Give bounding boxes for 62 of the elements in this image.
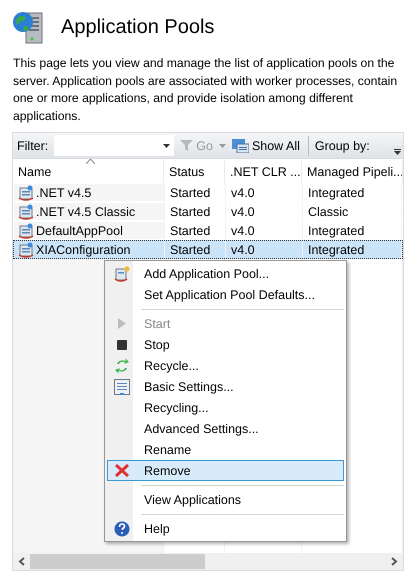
table-cell: Started — [170, 224, 210, 238]
dropdown-arrow-icon — [394, 149, 400, 155]
page-description: This page lets you view and manage the list of application pools on the server. Application pools are associated with worker processes, contain one or more applications, and provide isolation among different applications. — [13, 55, 398, 124]
horizontal-scrollbar[interactable] — [13, 553, 403, 570]
table-cell: v4.0 — [231, 186, 255, 200]
menu-item[interactable]: Advanced Settings... — [107, 418, 344, 439]
column-header[interactable]: Name — [13, 159, 164, 183]
column-header[interactable]: .NET CLR ... — [225, 159, 302, 183]
app-pool-icon — [18, 184, 34, 200]
column-header[interactable]: Managed Pipeli... — [302, 159, 403, 183]
table-cell: DefaultAppPool — [36, 224, 123, 238]
sort-caret-icon — [86, 159, 95, 164]
table-cell: Integrated — [308, 186, 364, 200]
menu-item[interactable]: Set Application Pool Defaults... — [107, 284, 344, 305]
table-cell: Integrated — [308, 224, 364, 238]
table-cell: Started — [170, 204, 210, 218]
app-pool-icon — [114, 266, 130, 282]
scroll-right-icon[interactable] — [390, 557, 398, 566]
scrollbar-thumb[interactable] — [30, 554, 205, 569]
group-by-dropdown[interactable] — [391, 146, 403, 158]
table-cell: v4.0 — [231, 224, 255, 238]
column-header[interactable]: Status — [164, 159, 225, 183]
table-row[interactable]: DefaultAppPool Started v4.0 Integrated — [13, 221, 403, 240]
stop-icon — [117, 340, 127, 350]
menu-item[interactable]: Stop — [107, 334, 344, 355]
menu-item[interactable]: Basic Settings... — [107, 376, 344, 397]
scroll-left-icon[interactable] — [18, 557, 26, 566]
dropdown-arrow-icon[interactable] — [163, 144, 170, 148]
menu-item[interactable]: View Applications — [107, 489, 344, 510]
menu-item[interactable]: Add Application Pool... — [107, 263, 344, 284]
filter-label: Filter: — [17, 138, 50, 152]
group-by-label: Group by: — [314, 138, 371, 152]
menu-item[interactable]: Recycling... — [107, 397, 344, 418]
filter-field[interactable] — [54, 135, 174, 156]
funnel-icon — [180, 139, 194, 152]
remove-x-icon — [115, 464, 129, 477]
table-cell: Integrated — [308, 242, 364, 256]
app-pool-icon — [18, 222, 34, 238]
table-row[interactable]: XIAConfiguration Started v4.0 Integrated — [13, 240, 403, 259]
app-pool-icon — [18, 204, 34, 220]
table-cell: Started — [170, 186, 210, 200]
menu-item[interactable]: Help — [107, 518, 344, 539]
show-all-button[interactable]: Show All — [230, 138, 302, 152]
list-window-icon — [232, 138, 249, 152]
table-row[interactable]: .NET v4.5 Classic Started v4.0 Classic — [13, 202, 403, 221]
menu-item[interactable]: Remove — [107, 460, 344, 481]
play-icon — [118, 318, 126, 329]
help-icon — [114, 520, 130, 536]
table-cell: v4.0 — [231, 204, 255, 218]
table-cell: Started — [170, 242, 210, 256]
table-cell: .NET v4.5 — [36, 186, 92, 200]
menu-item[interactable]: Recycle... — [107, 355, 344, 376]
table-cell: XIAConfiguration — [36, 242, 131, 256]
app-pool-icon — [18, 242, 34, 258]
page-title: Application Pools — [61, 16, 214, 38]
settings-icon — [114, 378, 130, 394]
table-cell: Classic — [308, 204, 348, 218]
recycle-icon — [115, 358, 129, 374]
menu-item[interactable]: Rename — [107, 439, 344, 460]
table-cell: v4.0 — [231, 242, 255, 256]
table-row[interactable]: .NET v4.5 Started v4.0 Integrated — [13, 183, 403, 202]
table-cell: .NET v4.5 Classic — [36, 204, 136, 218]
